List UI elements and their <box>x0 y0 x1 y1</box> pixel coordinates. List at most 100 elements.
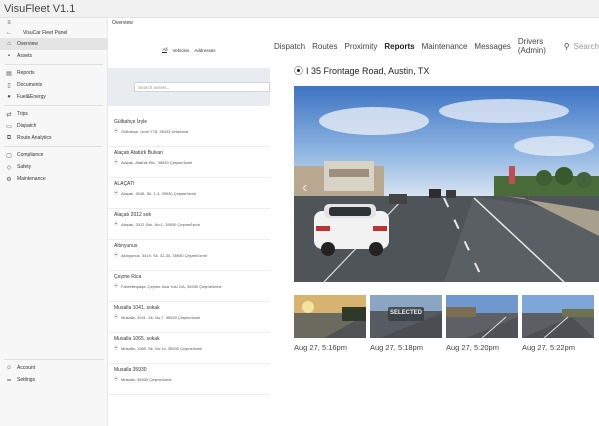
fuel-icon: ● <box>7 94 11 100</box>
item-name: Altınyunus <box>114 243 138 249</box>
address-text: Altınyunus, 3419. Sk. 32-34, 35930 Çeşme… <box>121 252 208 258</box>
item-address: ⦿ Musalla, 1041. Sk. No:7, 35930 Çeşme/İz… <box>114 314 270 320</box>
nav-drivers[interactable]: Drivers (Admin) <box>518 37 553 55</box>
address-text: Alaçatı, Atatürk Blv., 35930 Çeşme/İzmir <box>121 159 193 165</box>
sidebar-item-dispatch[interactable]: ▭ Dispatch <box>0 120 107 132</box>
street-view-illustration: ‹ <box>294 86 599 282</box>
list-item[interactable]: ALAÇATI ⦿ Alaçatı, 3048. Sk. 1-4, 35930 Ç… <box>108 178 270 209</box>
divider <box>4 146 103 147</box>
tab-addresses[interactable]: Addresses <box>194 48 215 53</box>
nav-messages[interactable]: Messages <box>474 42 510 51</box>
thumbnail-image <box>446 295 518 338</box>
shield-icon: ◇ <box>6 164 12 171</box>
address-text: Gülbahçe, İzmir Y78, 35433 Urla/İzmir <box>121 128 189 134</box>
panel-header: Overview <box>108 18 270 28</box>
item-name: Gülbahçe İzyle <box>114 119 148 125</box>
nav-routes[interactable]: Routes <box>312 42 337 51</box>
sidebar-bottom: ☺ Account ≃ Settings <box>0 357 108 386</box>
sidebar-item-label: Documents <box>17 82 43 88</box>
address-text: Alaçatı, 2012 Sok. No:1, 35930 Çeşme/İzm… <box>121 221 200 227</box>
sidebar-item-documents[interactable]: ▯ Documents <box>0 79 107 91</box>
thumbnail-3[interactable] <box>446 295 518 338</box>
item-address: ⦿ Alaçatı, 2012 Sok. No:1, 35930 Çeşme/İz… <box>114 221 270 227</box>
sidebar-item-maintenance[interactable]: ⚙ Maintenance <box>0 173 107 185</box>
back-arrow-icon[interactable]: ← <box>6 30 12 36</box>
item-address: ⦿ Alaçatı, Atatürk Blv., 35930 Çeşme/İzmi… <box>114 159 270 165</box>
list-item[interactable]: Musalla 35930 ⦿ Musalla, 35930 Çeşme/İzmi… <box>108 364 270 395</box>
sidebar-item-reports[interactable]: ▤ Reports <box>0 67 107 79</box>
item-address: ⦿ Alaçatı, 3048. Sk. 1-4, 35930 Çeşme/İzm… <box>114 190 270 196</box>
nav-proximity[interactable]: Proximity <box>344 42 377 51</box>
sidebar-item-label: Settings <box>17 377 36 383</box>
search-area: Search assets... <box>108 68 270 106</box>
asset-search-input[interactable]: Search assets... <box>134 82 270 92</box>
nav-search[interactable]: ⚲ Search <box>564 42 599 51</box>
list-item[interactable]: Alaçatı Atatürk Bulvarı ⦿ Alaçatı, Atatür… <box>108 147 270 178</box>
address-text: Musalla, 1041. Sk. No:7, 35930 Çeşme/İzm… <box>121 314 201 320</box>
divider <box>4 105 103 106</box>
list-item[interactable]: Çeşme Rica ⦿ Fahrettinpaşa, Çeşme-Ilıca Y… <box>108 271 270 302</box>
location-header: ⦿ I 35 Frontage Road, Austin, TX <box>270 64 599 77</box>
divider <box>4 64 103 65</box>
sidebar-item-label: Overview <box>17 41 38 47</box>
location-pin-icon: ⦿ <box>114 314 118 319</box>
list-item[interactable]: Musalla 1065. sokak ⦿ Musalla, 1065. Sk. … <box>108 333 270 364</box>
tab-vehicles[interactable]: Vehicles <box>172 48 189 53</box>
sidebar-header: ← VisuCar Fleet Panel <box>0 28 107 38</box>
address-text: Alaçatı, 3048. Sk. 1-4, 35930 Çeşme/İzmi… <box>121 190 197 196</box>
sidebar-item-settings[interactable]: ≃ Settings <box>0 374 108 386</box>
nav-maintenance[interactable]: Maintenance <box>422 42 468 51</box>
list-item[interactable]: Musalla 1041. sokak ⦿ Musalla, 1041. Sk. … <box>108 302 270 333</box>
thumbnail-2[interactable]: SELECTED <box>370 295 442 338</box>
analytics-icon: ⧉ <box>6 134 12 141</box>
panel-title: VisuCar Fleet Panel <box>23 30 68 36</box>
sidebar-item-compliance[interactable]: ▢ Compliance <box>0 149 107 161</box>
item-address: ⦿ Gülbahçe, İzmir Y78, 35433 Urla/İzmir <box>114 128 270 134</box>
nav-search-placeholder: Search <box>573 41 599 51</box>
location-pin-icon: ⦿ <box>114 252 118 257</box>
item-name: Musalla 1041. sokak <box>114 305 160 311</box>
sidebar-item-account[interactable]: ☺ Account <box>0 362 108 374</box>
thumbnail-1[interactable] <box>294 295 366 338</box>
thumbnail-image <box>370 295 442 338</box>
tab-all[interactable]: All <box>162 47 168 53</box>
location-pin-icon: ⦿ <box>114 283 118 288</box>
sidebar-item-overview[interactable]: ⌂ Overview <box>0 38 107 50</box>
item-name: Alaçatı Atatürk Bulvarı <box>114 150 164 156</box>
thumbnail-strip: Aug 27, 5:16pm SELECTED Aug 27, 5:18pm A… <box>294 295 599 360</box>
location-pin-icon: ⦿ <box>114 190 118 195</box>
sidebar-item-label: Route Analytics <box>17 135 52 141</box>
sidebar-item-safety[interactable]: ◇ Safety <box>0 161 107 173</box>
nav-dispatch[interactable]: Dispatch <box>274 42 305 51</box>
sidebar-item-label: Reports <box>17 70 35 76</box>
item-address: ⦿ Musalla, 35930 Çeşme/İzmir <box>114 376 270 382</box>
hamburger-menu[interactable]: ≡ <box>0 18 107 28</box>
top-nav: Dispatch Routes Proximity Reports Mainte… <box>270 30 599 62</box>
sidebar-item-label: Compliance <box>17 152 44 158</box>
list-item[interactable]: Gülbahçe İzyle ⦿ Gülbahçe, İzmir Y78, 354… <box>108 116 270 147</box>
list-item[interactable]: Alaçatı 2012 sok ⦿ Alaçatı, 2012 Sok. No:… <box>108 209 270 240</box>
sidebar-item-label: Fuel&Energy <box>17 94 46 100</box>
thumbnail-caption: Aug 27, 5:16pm <box>294 343 347 352</box>
thumbnail-4[interactable] <box>522 295 594 338</box>
hamburger-icon: ≡ <box>7 20 11 26</box>
sidebar-item-trips[interactable]: ⇄ Trips <box>0 108 107 120</box>
sidebar-item-route-analytics[interactable]: ⧉ Route Analytics <box>0 132 107 144</box>
street-view-image[interactable]: ‹ <box>294 86 599 282</box>
item-address: ⦿ Fahrettinpaşa, Çeşme-Ilıca Yolu 2/A, 35… <box>114 283 270 289</box>
user-icon: ☺ <box>5 365 13 371</box>
sidebar-item-label: Account <box>17 365 36 371</box>
location-pin-icon: ⦿ <box>114 159 118 164</box>
nav-reports[interactable]: Reports <box>384 42 414 51</box>
sidebar: ≡ ← VisuCar Fleet Panel ⌂ Overview ▪ Ass… <box>0 18 108 426</box>
report-icon: ▤ <box>6 70 12 77</box>
location-address: I 35 Frontage Road, Austin, TX <box>306 65 430 76</box>
location-pin-icon: ⦿ <box>114 345 118 350</box>
thumbnail-image <box>522 295 594 338</box>
route-icon: ⇄ <box>6 111 12 118</box>
sidebar-item-assets[interactable]: ▪ Assets <box>0 50 107 62</box>
sidebar-item-fuel[interactable]: ● Fuel&Energy <box>0 91 107 103</box>
compliance-icon: ▢ <box>6 152 12 159</box>
sidebar-item-label: Assets <box>17 53 33 59</box>
list-item[interactable]: Altınyunus ⦿ Altınyunus, 3419. Sk. 32-34,… <box>108 240 270 271</box>
